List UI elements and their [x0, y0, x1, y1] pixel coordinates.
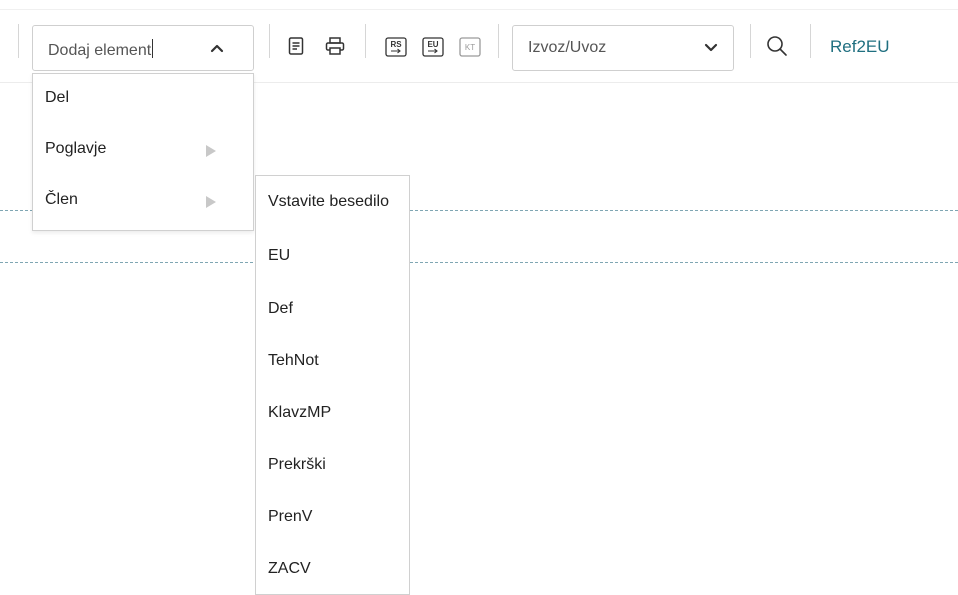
add-element-dropdown[interactable]: Dodaj element: [32, 25, 254, 71]
submenu-item-label: ZACV: [268, 560, 311, 577]
document-icon[interactable]: [288, 37, 304, 55]
submenu-item-prenv[interactable]: PrenV: [256, 503, 409, 533]
toolbar: Dodaj element RS EU KT Izvoz/Uvoz Ref2EU: [0, 0, 958, 83]
print-icon[interactable]: [325, 37, 345, 55]
menu-item-label: Člen: [45, 191, 78, 208]
menu-item-label: Del: [45, 89, 70, 106]
submenu-item-eu[interactable]: EU: [256, 242, 409, 272]
rs-export-icon[interactable]: RS: [385, 37, 407, 57]
chevron-up-icon[interactable]: [209, 40, 225, 56]
menu-item-del[interactable]: Del: [33, 80, 253, 120]
add-element-input[interactable]: Dodaj element: [48, 39, 154, 60]
menu-item-clen[interactable]: Člen: [33, 182, 253, 222]
section-boundary-line: [0, 262, 958, 263]
submenu-arrow-icon: [206, 145, 216, 157]
kt-icon[interactable]: KT: [459, 37, 481, 57]
clen-submenu: Vstavite besedilo EU Def TehNot KlavzMP …: [255, 175, 410, 595]
export-import-label: Izvoz/Uvoz: [528, 39, 607, 56]
eu-export-icon[interactable]: EU: [422, 37, 444, 57]
submenu-item-label: Vstavite besedilo: [268, 193, 389, 210]
svg-text:RS: RS: [390, 40, 402, 49]
chevron-down-icon[interactable]: [703, 40, 719, 56]
submenu-item-label: PrenV: [268, 508, 313, 525]
submenu-item-klavzmp[interactable]: KlavzMP: [256, 399, 409, 429]
submenu-item-zacv[interactable]: ZACV: [256, 555, 409, 585]
submenu-item-prekrski[interactable]: Prekrški: [256, 451, 409, 481]
submenu-item-label: TehNot: [268, 352, 319, 369]
toolbar-separator: [18, 24, 19, 58]
submenu-item-label: Prekrški: [268, 456, 326, 473]
toolbar-separator: [269, 24, 270, 58]
add-element-menu: Del Poglavje Člen: [32, 73, 254, 231]
svg-text:EU: EU: [427, 40, 438, 49]
menu-item-label: Poglavje: [45, 140, 107, 157]
svg-text:KT: KT: [465, 43, 475, 52]
export-import-dropdown[interactable]: Izvoz/Uvoz: [512, 25, 734, 71]
submenu-item-label: Def: [268, 300, 293, 317]
submenu-item-def[interactable]: Def: [256, 295, 409, 325]
toolbar-separator: [750, 24, 751, 58]
menu-item-poglavje[interactable]: Poglavje: [33, 131, 253, 171]
toolbar-separator: [498, 24, 499, 58]
submenu-item-tehnot[interactable]: TehNot: [256, 347, 409, 377]
submenu-arrow-icon: [206, 196, 216, 208]
submenu-item-label: KlavzMP: [268, 404, 332, 421]
submenu-item-vstavite-besedilo[interactable]: Vstavite besedilo: [256, 188, 409, 218]
top-divider: [0, 9, 958, 10]
toolbar-separator: [365, 24, 366, 58]
text-cursor: [152, 39, 154, 58]
submenu-item-label: EU: [268, 247, 291, 264]
toolbar-separator: [810, 24, 811, 58]
ref2eu-link[interactable]: Ref2EU: [830, 37, 890, 57]
search-icon[interactable]: [766, 35, 788, 57]
